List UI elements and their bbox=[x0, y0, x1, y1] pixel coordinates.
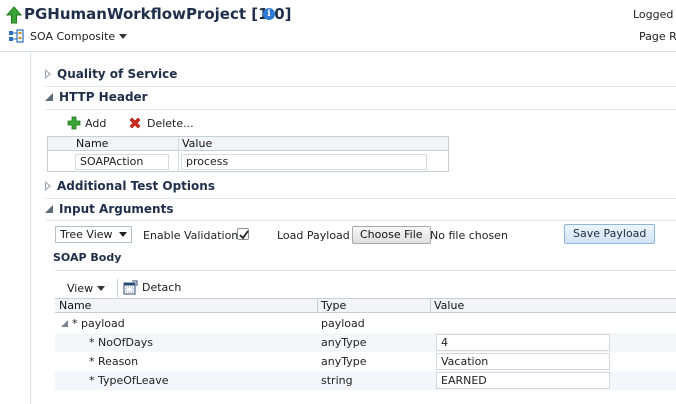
header-value-field[interactable]: process bbox=[181, 154, 427, 170]
row-type: string bbox=[321, 374, 353, 387]
table-row[interactable]: * NoOfDays anyType 4 bbox=[55, 333, 676, 352]
row-name: * Reason bbox=[89, 355, 139, 368]
view-menu-label: View bbox=[67, 281, 94, 295]
expand-icon bbox=[45, 69, 51, 79]
choose-file-button[interactable]: Choose File bbox=[352, 226, 431, 244]
logged-in-text: Logged in bbox=[633, 8, 676, 21]
section-title: Additional Test Options bbox=[57, 179, 215, 193]
http-header-table: Name Value SOAPAction process bbox=[47, 136, 449, 172]
add-button[interactable]: Add bbox=[67, 115, 106, 131]
page-text: Page Re bbox=[639, 30, 676, 43]
info-icon[interactable]: i bbox=[263, 8, 275, 20]
table-header: Name Value bbox=[48, 137, 448, 151]
no-of-days-input[interactable]: 4 bbox=[436, 334, 610, 351]
plus-icon bbox=[67, 116, 81, 130]
page-header: PGHumanWorkflowProject [1.0] i Logged in… bbox=[0, 0, 676, 52]
divider bbox=[45, 86, 676, 87]
column-header-value: Value bbox=[434, 299, 465, 312]
soap-body-table: Name Type Value * payload payload * NoOf… bbox=[55, 298, 676, 404]
collapse-icon[interactable] bbox=[61, 320, 68, 327]
load-payload-label: Load Payload bbox=[277, 229, 350, 242]
divider bbox=[45, 198, 676, 199]
expand-icon bbox=[45, 181, 51, 191]
delete-button[interactable]: Delete... bbox=[128, 115, 194, 131]
chevron-down-icon bbox=[119, 33, 128, 39]
table-row[interactable]: * TypeOfLeave string EARNED bbox=[55, 371, 676, 390]
column-divider bbox=[178, 137, 179, 171]
reason-input[interactable]: Vacation bbox=[436, 353, 610, 370]
column-header-name: Name bbox=[59, 299, 92, 312]
project-title: PGHumanWorkflowProject [1.0] bbox=[24, 5, 292, 23]
type-of-leave-input[interactable]: EARNED bbox=[436, 372, 610, 389]
add-label: Add bbox=[85, 116, 107, 130]
row-name: * payload bbox=[72, 317, 125, 330]
detach-button[interactable]: Detach bbox=[123, 278, 181, 296]
collapse-icon bbox=[45, 93, 53, 101]
divider bbox=[45, 220, 676, 221]
collapse-icon bbox=[45, 205, 53, 213]
detach-label: Detach bbox=[142, 280, 182, 294]
content-area: Quality of Service HTTP Header Add Delet… bbox=[30, 52, 676, 404]
composite-icon bbox=[9, 29, 24, 43]
no-file-chosen-text: No file chosen bbox=[430, 229, 508, 242]
row-type: anyType bbox=[321, 336, 367, 349]
toolbar-separator bbox=[117, 279, 118, 297]
delete-icon bbox=[129, 117, 141, 129]
delete-label: Delete... bbox=[147, 116, 194, 130]
enable-validation-checkbox[interactable] bbox=[237, 228, 249, 240]
soa-composite-label: SOA Composite bbox=[30, 29, 116, 43]
view-menu[interactable]: View bbox=[67, 280, 106, 296]
section-http-header[interactable]: HTTP Header bbox=[45, 88, 148, 106]
soa-composite-menu[interactable]: SOA Composite bbox=[8, 28, 128, 44]
section-input-arguments[interactable]: Input Arguments bbox=[45, 200, 173, 218]
table-row[interactable]: * payload payload bbox=[55, 314, 676, 333]
header-name-field[interactable]: SOAPAction bbox=[75, 154, 169, 170]
column-header-type: Type bbox=[321, 299, 347, 312]
soap-body-label: SOAP Body bbox=[53, 251, 122, 264]
divider bbox=[45, 109, 676, 110]
row-name: * NoOfDays bbox=[89, 336, 153, 349]
row-type: payload bbox=[321, 317, 365, 330]
save-payload-button[interactable]: Save Payload bbox=[564, 224, 656, 244]
section-quality-of-service[interactable]: Quality of Service bbox=[45, 65, 177, 83]
up-arrow-icon[interactable] bbox=[6, 6, 22, 24]
section-title: HTTP Header bbox=[59, 90, 148, 104]
row-name: * TypeOfLeave bbox=[89, 374, 169, 387]
column-header-value: Value bbox=[182, 137, 213, 150]
enable-validation-label: Enable Validation bbox=[143, 229, 239, 242]
section-title: Quality of Service bbox=[57, 67, 178, 81]
section-additional-test-options[interactable]: Additional Test Options bbox=[45, 177, 215, 195]
row-type: anyType bbox=[321, 355, 367, 368]
column-header-name: Name bbox=[76, 137, 109, 150]
soap-body-panel: View Detach Name Type Value * payload pa… bbox=[55, 270, 676, 404]
detach-icon bbox=[123, 280, 138, 294]
table-header: Name Type Value bbox=[55, 299, 676, 313]
checkmark-icon bbox=[239, 230, 249, 240]
view-mode-value: Tree View bbox=[60, 228, 113, 241]
chevron-down-icon bbox=[118, 232, 127, 237]
chevron-down-icon bbox=[97, 285, 106, 291]
view-mode-select[interactable]: Tree View bbox=[55, 226, 132, 243]
section-title: Input Arguments bbox=[59, 202, 174, 216]
table-row[interactable]: * Reason anyType Vacation bbox=[55, 352, 676, 371]
